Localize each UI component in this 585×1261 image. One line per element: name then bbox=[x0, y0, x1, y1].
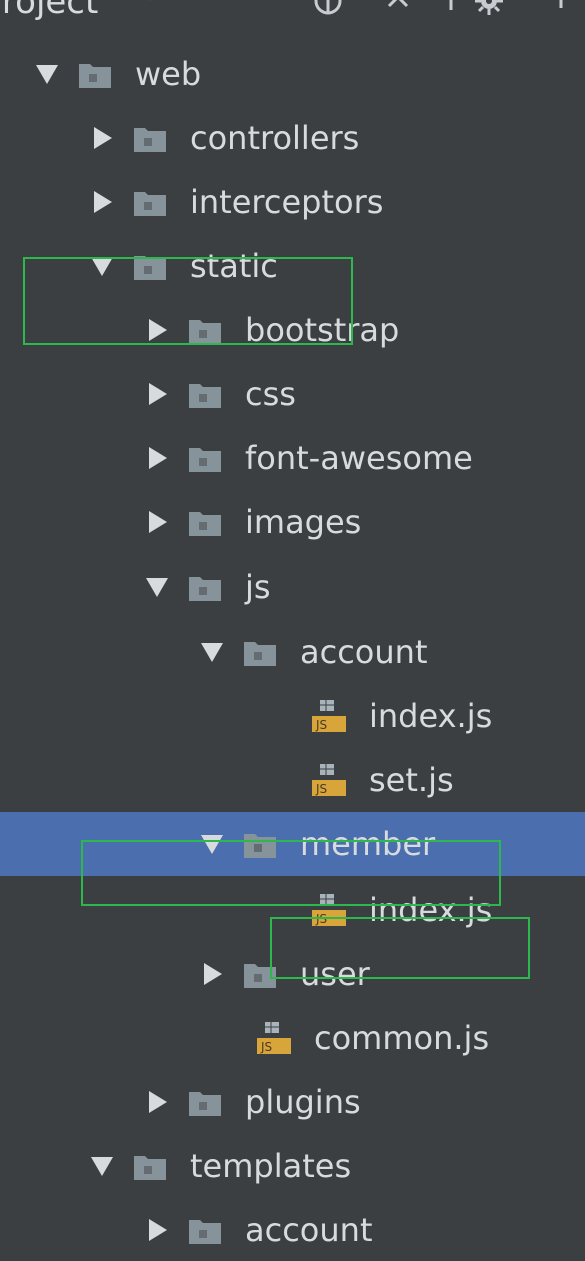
tree-item-label: web bbox=[135, 55, 202, 93]
tree-item-interceptors[interactable]: interceptors bbox=[0, 170, 585, 234]
folder-icon bbox=[188, 377, 222, 411]
folder-icon bbox=[188, 441, 222, 475]
javascript-file-icon: JS bbox=[312, 699, 346, 733]
tree-item-label: index.js bbox=[369, 697, 493, 735]
tree-item-font-awesome[interactable]: font-awesome bbox=[0, 426, 585, 490]
tree-item-label: font-awesome bbox=[245, 439, 473, 477]
arrow-expanded-icon[interactable] bbox=[34, 61, 60, 87]
arrow-collapsed-icon[interactable] bbox=[144, 381, 170, 407]
arrow-collapsed-icon[interactable] bbox=[89, 125, 115, 151]
collapse-all-icon[interactable] bbox=[383, 0, 413, 16]
tree-item-user[interactable]: user bbox=[0, 942, 585, 1006]
svg-text:JS: JS bbox=[315, 912, 327, 926]
folder-icon bbox=[78, 57, 112, 91]
tree-item-css[interactable]: css bbox=[0, 362, 585, 426]
folder-icon bbox=[188, 1085, 222, 1119]
tree-item-web[interactable]: web bbox=[0, 42, 585, 106]
tree-item-label: member bbox=[300, 825, 436, 863]
tree-item-bootstrap[interactable]: bootstrap bbox=[0, 298, 585, 362]
tree-item-index-js[interactable]: JS index.js bbox=[0, 878, 585, 942]
tree-item-label: js bbox=[245, 568, 271, 606]
tree-item-label: bootstrap bbox=[245, 311, 400, 349]
arrow-collapsed-icon[interactable] bbox=[144, 317, 170, 343]
project-panel-title: Project bbox=[0, 0, 99, 22]
tree-item-label: common.js bbox=[314, 1019, 490, 1057]
folder-icon bbox=[133, 1149, 167, 1183]
folder-icon bbox=[243, 957, 277, 991]
svg-text:JS: JS bbox=[315, 782, 327, 796]
tree-item-static[interactable]: static bbox=[0, 234, 585, 298]
tree-item-images[interactable]: images bbox=[0, 490, 585, 554]
tree-item-label: templates bbox=[190, 1147, 352, 1185]
tree-item-label: static bbox=[190, 247, 278, 285]
folder-icon bbox=[243, 635, 277, 669]
tree-item-label: controllers bbox=[190, 119, 360, 157]
tree-item-index-js[interactable]: JS index.js bbox=[0, 684, 585, 748]
folder-icon bbox=[188, 505, 222, 539]
tree-item-controllers[interactable]: controllers bbox=[0, 106, 585, 170]
gear-icon[interactable] bbox=[474, 0, 504, 16]
svg-text:JS: JS bbox=[315, 718, 327, 732]
tree-item-label: interceptors bbox=[190, 183, 384, 221]
folder-icon bbox=[188, 570, 222, 604]
separator-icon bbox=[449, 0, 453, 10]
arrow-collapsed-icon[interactable] bbox=[144, 509, 170, 535]
javascript-file-icon: JS bbox=[312, 763, 346, 797]
javascript-file-icon: JS bbox=[257, 1021, 291, 1055]
arrow-collapsed-icon[interactable] bbox=[144, 1089, 170, 1115]
tree-item-label: account bbox=[300, 633, 428, 671]
tree-item-member[interactable]: member bbox=[0, 812, 585, 876]
arrow-expanded-icon[interactable] bbox=[89, 1153, 115, 1179]
tree-item-js[interactable]: js bbox=[0, 555, 585, 619]
svg-text:JS: JS bbox=[260, 1040, 272, 1054]
arrow-collapsed-icon[interactable] bbox=[144, 1217, 170, 1243]
tree-item-label: index.js bbox=[369, 891, 493, 929]
project-panel-header: Project bbox=[0, 0, 585, 34]
arrow-expanded-icon[interactable] bbox=[199, 639, 225, 665]
folder-icon bbox=[243, 827, 277, 861]
tree-item-account[interactable]: account bbox=[0, 620, 585, 684]
tree-item-common-js[interactable]: JS common.js bbox=[0, 1006, 585, 1070]
folder-icon bbox=[133, 185, 167, 219]
arrow-expanded-icon[interactable] bbox=[199, 831, 225, 857]
folder-icon bbox=[133, 249, 167, 283]
tree-item-label: images bbox=[245, 503, 362, 541]
arrow-collapsed-icon[interactable] bbox=[199, 961, 225, 987]
chevron-down-icon[interactable] bbox=[143, 0, 157, 4]
tree-item-plugins[interactable]: plugins bbox=[0, 1070, 585, 1134]
project-tree: Project mina web bbox=[0, 0, 585, 1261]
javascript-file-icon: JS bbox=[312, 893, 346, 927]
tree-item-label: user bbox=[300, 955, 370, 993]
target-icon[interactable] bbox=[313, 0, 343, 16]
folder-icon bbox=[188, 313, 222, 347]
tree-item-label: account bbox=[245, 1211, 373, 1249]
tree-item-account[interactable]: account bbox=[0, 1198, 585, 1261]
tree-item-templates[interactable]: templates bbox=[0, 1134, 585, 1198]
tree-item-label: css bbox=[245, 375, 296, 413]
tree-item-set-js[interactable]: JS set.js bbox=[0, 748, 585, 812]
arrow-collapsed-icon[interactable] bbox=[89, 189, 115, 215]
arrow-expanded-icon[interactable] bbox=[144, 574, 170, 600]
folder-icon bbox=[133, 121, 167, 155]
hide-panel-icon[interactable] bbox=[548, 0, 578, 16]
arrow-collapsed-icon[interactable] bbox=[144, 445, 170, 471]
folder-icon bbox=[188, 1213, 222, 1247]
arrow-expanded-icon[interactable] bbox=[89, 253, 115, 279]
tree-item-label: plugins bbox=[245, 1083, 361, 1121]
tree-item-label: set.js bbox=[369, 761, 454, 799]
